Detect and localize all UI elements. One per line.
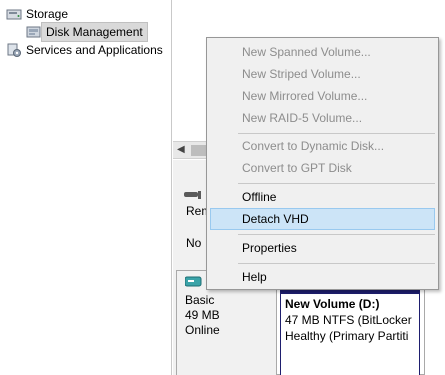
tree-item-disk-management-label: Disk Management bbox=[41, 22, 148, 42]
menu-item-new-raid5-volume[interactable]: New RAID-5 Volume... bbox=[210, 107, 435, 129]
volume-name: New Volume (D:) bbox=[285, 297, 380, 311]
menu-item-detach-vhd[interactable]: Detach VHD bbox=[210, 208, 435, 230]
disk-type: Basic bbox=[185, 293, 215, 307]
context-menu: New Spanned Volume... New Striped Volume… bbox=[206, 37, 439, 290]
navigation-tree: Storage Disk Management Services and App… bbox=[0, 0, 172, 375]
disk-entry-media: No bbox=[186, 236, 202, 250]
tree-item-partial bbox=[26, 0, 86, 2]
storage-icon bbox=[6, 9, 22, 20]
menu-item-new-striped-volume[interactable]: New Striped Volume... bbox=[210, 63, 435, 85]
menu-item-offline[interactable]: Offline bbox=[210, 186, 435, 208]
menu-item-convert-dynamic-disk[interactable]: Convert to Dynamic Disk... bbox=[210, 135, 435, 157]
menu-separator bbox=[238, 234, 435, 235]
tree-item-storage-label: Storage bbox=[26, 7, 69, 21]
menu-separator bbox=[238, 263, 435, 264]
menu-separator bbox=[238, 133, 435, 134]
menu-item-new-mirrored-volume[interactable]: New Mirrored Volume... bbox=[210, 85, 435, 107]
volume-details: 47 MB NTFS (BitLocker bbox=[285, 313, 412, 327]
disk-size: 49 MB bbox=[185, 308, 220, 322]
menu-item-help[interactable]: Help bbox=[210, 266, 435, 288]
removable-disk-icon bbox=[184, 191, 201, 199]
disk-management-icon bbox=[26, 26, 41, 38]
volume-partition[interactable]: New Volume (D:) 47 MB NTFS (BitLocker He… bbox=[280, 289, 420, 375]
menu-item-convert-gpt-disk[interactable]: Convert to GPT Disk bbox=[210, 157, 435, 179]
services-icon bbox=[7, 43, 21, 57]
disk-entry-removable[interactable]: Rem No bbox=[178, 170, 211, 250]
disk-icon bbox=[185, 276, 202, 287]
disk-status: Online bbox=[185, 323, 220, 337]
menu-item-properties[interactable]: Properties bbox=[210, 237, 435, 259]
menu-item-new-spanned-volume[interactable]: New Spanned Volume... bbox=[210, 41, 435, 63]
tree-item-services-label: Services and Applications bbox=[26, 43, 163, 57]
menu-separator bbox=[238, 183, 435, 184]
volume-health: Healthy (Primary Partiti bbox=[285, 329, 409, 343]
scroll-left-icon[interactable]: ◀ bbox=[177, 144, 185, 155]
